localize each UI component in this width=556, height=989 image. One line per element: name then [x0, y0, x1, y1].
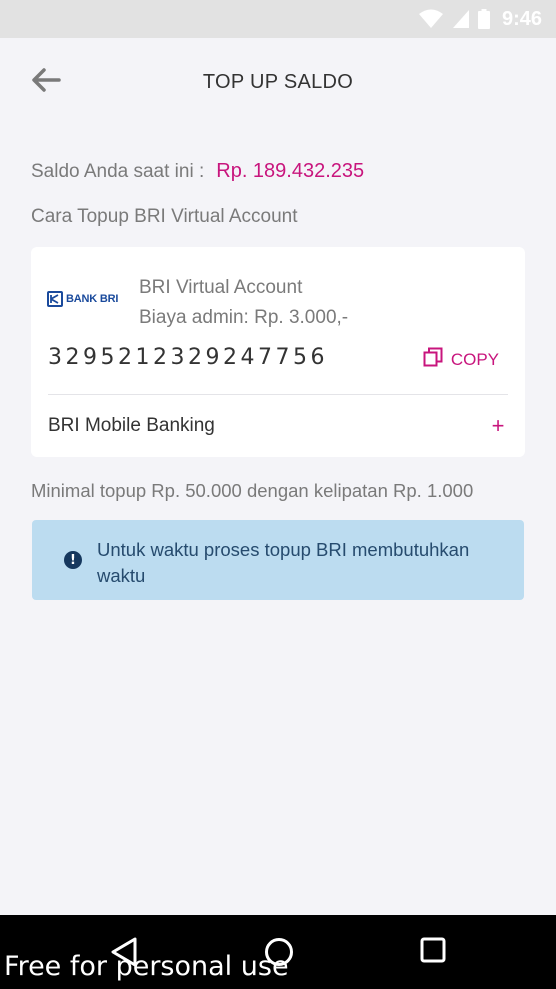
- back-nav-icon[interactable]: [110, 937, 138, 972]
- section-label: Cara Topup BRI Virtual Account: [31, 206, 298, 227]
- status-time: 9:46: [501, 7, 542, 30]
- mobile-banking-label: BRI Mobile Banking: [48, 415, 215, 436]
- saldo-value: Rp. 189.432.235: [216, 160, 365, 182]
- arrow-left-icon: [31, 67, 61, 98]
- battery-icon: [477, 9, 490, 29]
- status-bar: 9:46: [0, 0, 556, 38]
- app-header: TOP UP SALDO: [0, 38, 556, 126]
- home-nav-icon[interactable]: [264, 937, 294, 972]
- va-title: BRI Virtual Account: [139, 277, 303, 298]
- copy-button[interactable]: COPY: [423, 347, 499, 372]
- mobile-banking-row[interactable]: BRI Mobile Banking +: [31, 395, 525, 457]
- bank-logo-text: BANK BRI: [66, 293, 119, 305]
- va-number: 3295212329247756: [48, 345, 328, 370]
- signal-icon: [452, 9, 470, 29]
- saldo-row: Saldo Anda saat ini : Rp. 189.432.235: [31, 160, 364, 183]
- virtual-account-card: BANK BRI BRI Virtual Account Biaya admin…: [31, 247, 525, 457]
- copy-label: COPY: [450, 349, 499, 369]
- recents-nav-icon[interactable]: [420, 937, 446, 968]
- info-text: Untuk waktu proses topup BRI membutuhkan…: [97, 539, 470, 586]
- saldo-label: Saldo Anda saat ini :: [31, 160, 205, 182]
- copy-icon: [423, 347, 443, 372]
- info-icon: !: [64, 551, 82, 569]
- back-button[interactable]: [30, 67, 62, 98]
- bri-logo-icon: [47, 291, 63, 307]
- va-fee: Biaya admin: Rp. 3.000,-: [139, 307, 349, 328]
- wifi-icon: [418, 9, 444, 29]
- plus-icon[interactable]: +: [488, 413, 508, 439]
- info-box: ! Untuk waktu proses topup BRI membutuhk…: [32, 520, 524, 600]
- page-title: TOP UP SALDO: [202, 70, 354, 93]
- navigation-bar: [0, 915, 556, 989]
- bank-bri-logo: BANK BRI: [47, 291, 118, 307]
- minimal-topup-note: Minimal topup Rp. 50.000 dengan kelipata…: [31, 480, 474, 501]
